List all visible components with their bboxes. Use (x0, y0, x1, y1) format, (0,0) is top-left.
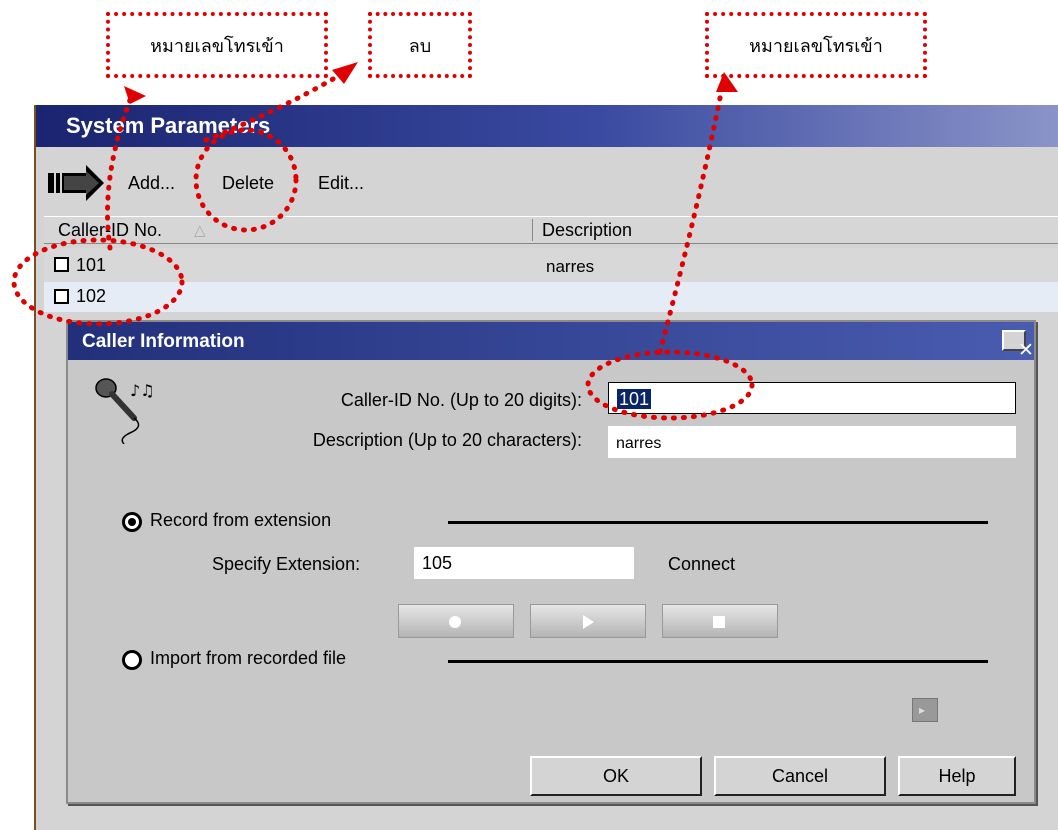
pointer-line-delete (203, 72, 343, 143)
arrowhead-delete (332, 62, 358, 84)
pointer-line-left (105, 97, 133, 251)
arrowhead-right (716, 72, 738, 92)
annotation-overlay (11, 62, 755, 421)
rows-highlight-circle (11, 237, 185, 327)
pointer-line-right (657, 85, 725, 355)
caller-id-highlight-circle (585, 349, 755, 421)
delete-highlight-circle (193, 127, 299, 233)
